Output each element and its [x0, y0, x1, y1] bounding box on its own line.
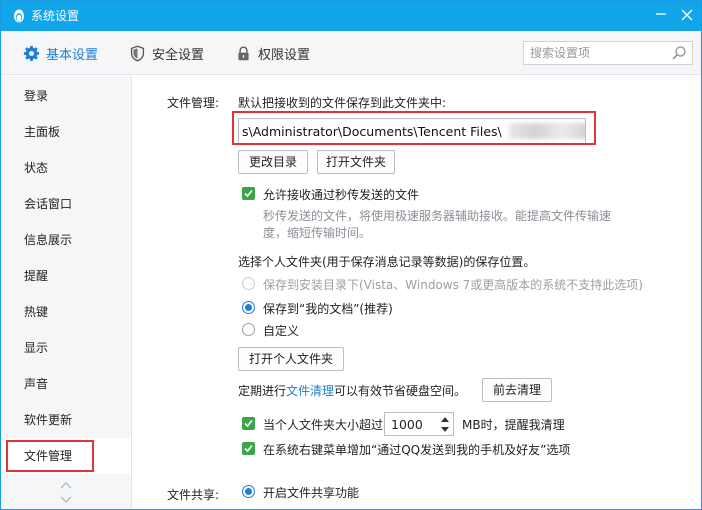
shield-icon	[130, 45, 145, 61]
search-input[interactable]	[530, 44, 660, 62]
file-cleanup-link[interactable]: 文件清理	[286, 382, 334, 399]
tab-label: 安全设置	[152, 47, 205, 63]
tab-label: 基本设置	[46, 47, 99, 63]
tab-security-settings[interactable]: 安全设置	[129, 31, 204, 75]
tab-permission-settings[interactable]: 权限设置	[235, 31, 310, 75]
highlight-box	[232, 111, 596, 145]
section-label-file-share: 文件共享:	[167, 488, 220, 502]
sidebar-item-label: 会话窗口	[24, 197, 73, 211]
sidebar-item-display[interactable]: 显示	[1, 330, 131, 366]
sidebar-item-label: 显示	[24, 341, 49, 355]
close-icon[interactable]	[677, 6, 697, 26]
tab-bar: 基本设置 安全设置 权限设置	[1, 31, 701, 75]
allow-flash-transfer-checkbox[interactable]	[242, 187, 255, 200]
lock-icon	[238, 46, 249, 60]
stepper-up-icon[interactable]	[439, 414, 451, 424]
cleanup-text-post: 可以有效节省硬盘空间。	[334, 384, 467, 398]
personal-folder-title: 选择个人文件夹(用于保存消息记录等数据)的保存位置。	[238, 255, 536, 269]
cleanup-text-pre: 定期进行	[238, 384, 287, 398]
tab-label: 权限设置	[258, 47, 311, 63]
sidebar-item-hotkey[interactable]: 热键	[1, 294, 131, 330]
file-management-panel: 文件管理: 默认把接收到的文件保存到此文件夹中: s\Administrator…	[132, 76, 701, 509]
sidebar-item-label: 登录	[24, 89, 49, 103]
highlight-box	[6, 440, 94, 472]
save-location-description: 默认把接收到的文件保存到此文件夹中:	[238, 96, 447, 110]
minimize-icon[interactable]	[651, 6, 671, 26]
size-limit-value: 1000	[391, 417, 423, 432]
sidebar-item-main-panel[interactable]: 主面板	[1, 114, 131, 150]
sidebar-item-label: 状态	[24, 161, 49, 175]
sidebar-item-label: 信息展示	[24, 233, 73, 247]
section-label-file-management: 文件管理:	[167, 96, 220, 110]
sidebar-item-label: 软件更新	[24, 413, 73, 427]
radio-install-dir[interactable]	[242, 277, 255, 290]
go-clean-button[interactable]: 前去清理	[482, 378, 552, 402]
sidebar-item-reminder[interactable]: 提醒	[1, 258, 131, 294]
qq-penguin-icon	[14, 9, 24, 23]
settings-window: 系统设置 基本设置 安全设置 权限设置 搜索设置项 登录 主面板 状态 会话窗口…	[0, 0, 702, 510]
sidebar: 登录 主面板 状态 会话窗口 信息展示 提醒 热键 显示 声音 软件更新 文件管…	[1, 76, 132, 509]
size-limit-checkbox[interactable]	[242, 417, 255, 430]
sidebar-item-software-update[interactable]: 软件更新	[1, 402, 131, 438]
radio-my-documents-label: 保存到“我的文档”(推荐)	[263, 302, 393, 316]
window-title: 系统设置	[31, 9, 80, 23]
search-icon[interactable]	[671, 45, 687, 61]
sidebar-item-chat-window[interactable]: 会话窗口	[1, 186, 131, 222]
radio-custom-label: 自定义	[263, 324, 300, 338]
sidebar-item-info-display[interactable]: 信息展示	[1, 222, 131, 258]
sidebar-item-sound[interactable]: 声音	[1, 366, 131, 402]
radio-custom[interactable]	[242, 323, 255, 336]
radio-my-documents[interactable]	[242, 301, 255, 314]
context-menu-checkbox[interactable]	[242, 442, 255, 455]
sidebar-item-login[interactable]: 登录	[1, 78, 131, 114]
chevron-down-icon[interactable]	[59, 495, 73, 505]
radio-install-dir-label: 保存到安装目录下(Vista、Windows 7或更高版本的系统不支持此选项)	[263, 278, 643, 292]
size-limit-unit: MB时，提醒我清理	[462, 418, 565, 432]
search-box[interactable]	[523, 41, 693, 65]
allow-flash-transfer-desc-1: 秒传发送的文件，将使用极速服务器辅助接收。能提高文件传输速	[263, 209, 612, 223]
sidebar-item-label: 热键	[24, 305, 49, 319]
size-limit-label: 当个人文件夹大小超过	[263, 418, 384, 432]
open-personal-folder-button[interactable]: 打开个人文件夹	[238, 347, 344, 371]
title-bar: 系统设置	[1, 1, 701, 31]
size-limit-stepper[interactable]: 1000	[384, 412, 454, 436]
allow-flash-transfer-label: 允许接收通过秒传发送的文件	[263, 188, 420, 202]
enable-file-share-label: 开启文件共享功能	[263, 486, 360, 500]
sidebar-item-status[interactable]: 状态	[1, 150, 131, 186]
stepper-down-icon[interactable]	[439, 425, 451, 435]
tab-basic-settings[interactable]: 基本设置	[23, 31, 98, 75]
allow-flash-transfer-desc-2: 度，缩短传输时间。	[263, 226, 372, 240]
context-menu-label: 在系统右键菜单增加“通过QQ发送到我的手机及好友”选项	[263, 443, 571, 457]
sidebar-item-label: 主面板	[24, 125, 61, 139]
open-folder-button[interactable]: 打开文件夹	[317, 150, 395, 174]
change-directory-button[interactable]: 更改目录	[238, 150, 308, 174]
sidebar-item-label: 声音	[24, 377, 49, 391]
gear-icon	[23, 45, 40, 61]
radio-enable-file-share[interactable]	[242, 485, 255, 498]
chevron-up-icon[interactable]	[59, 480, 73, 490]
sidebar-item-label: 提醒	[24, 269, 49, 283]
